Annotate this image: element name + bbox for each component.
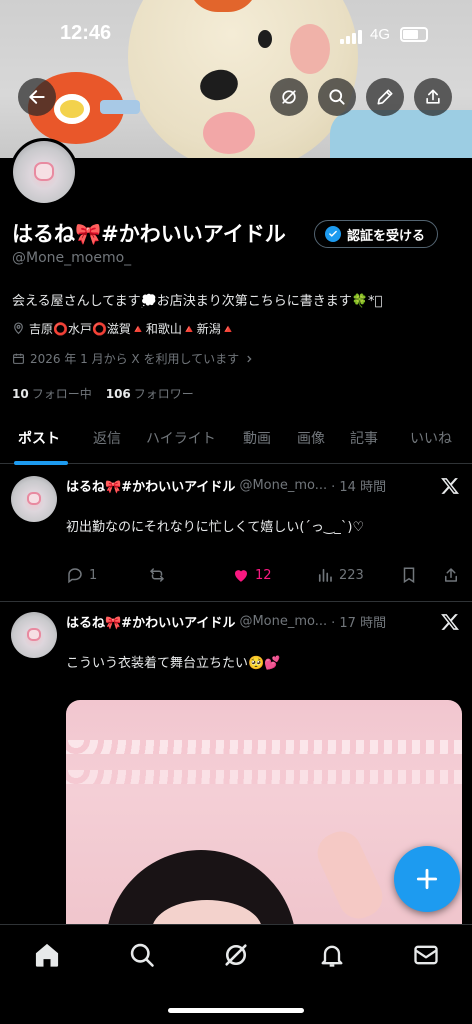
tab-posts[interactable]: ポスト	[18, 428, 60, 448]
back-button[interactable]	[18, 78, 56, 116]
search-button[interactable]	[318, 78, 356, 116]
reply-count: 1	[89, 567, 98, 583]
following-count: 10	[12, 387, 29, 401]
views-button[interactable]: 223	[316, 566, 364, 584]
grok-icon	[282, 90, 296, 104]
post-share-button[interactable]	[442, 566, 460, 584]
share-icon	[426, 89, 440, 104]
profile-bio: 会える屋さんしてます💭お店決まり次第こちらに書きます🍀*ﾟ	[12, 294, 383, 309]
following-label: フォロー中	[31, 387, 92, 401]
tab-likes[interactable]: いいね	[410, 428, 452, 448]
share-button[interactable]	[414, 78, 452, 116]
bookmark-button[interactable]	[400, 566, 418, 584]
home-icon[interactable]	[33, 941, 61, 969]
banner-flower	[54, 94, 90, 124]
verify-button-label: 認証を受ける	[347, 228, 426, 244]
heart-filled-icon	[235, 570, 247, 582]
tab-replies[interactable]: 返信	[93, 428, 121, 448]
notifications-icon[interactable]	[318, 941, 346, 969]
status-time: 12:46	[60, 22, 112, 44]
x-logo-icon[interactable]	[440, 612, 460, 632]
view-count: 223	[339, 567, 364, 583]
home-indicator	[168, 1008, 304, 1013]
grok-icon[interactable]	[222, 941, 250, 969]
photo-ruffle	[66, 740, 462, 754]
post-avatar[interactable]	[11, 612, 57, 658]
profile-location: 吉原⭕️水戸⭕️滋賀🔺和歌山🔺新潟🔺	[12, 320, 236, 337]
followers-count: 106	[105, 387, 131, 401]
plus-icon	[416, 868, 438, 890]
verify-button[interactable]: 認証を受ける	[314, 220, 439, 248]
profile-display-name: はるね🎀#かわいいアイドル	[12, 222, 286, 246]
joined-text: 2026 年 1 月から X を利用しています	[30, 352, 240, 366]
photo-ruffle	[66, 770, 462, 784]
post-time: · 14 時間	[331, 480, 387, 495]
tab-articles[interactable]: 記事	[350, 428, 378, 448]
reply-icon	[68, 568, 82, 584]
chevron-right-icon	[247, 355, 252, 362]
grok-button[interactable]	[270, 78, 308, 116]
signal-icon	[340, 28, 364, 44]
post-avatar[interactable]	[11, 476, 57, 522]
post-header: はるね🎀#かわいいアイドル @Mone_mo... · 14 時間	[66, 476, 386, 495]
post-author-name[interactable]: はるね🎀#かわいいアイドル	[66, 612, 235, 631]
post-text: こういう衣装着て舞台立ちたい🥺💕	[66, 656, 281, 671]
like-button[interactable]: 12	[232, 566, 272, 584]
tab-images[interactable]: 画像	[297, 428, 325, 448]
profile-handle: @Mone_moemo_	[12, 250, 132, 266]
search-icon	[329, 89, 345, 105]
pencil-icon	[377, 89, 393, 105]
post-actions: 1 12 223	[66, 566, 462, 586]
verified-badge-icon	[325, 226, 341, 242]
back-arrow-icon	[29, 90, 45, 104]
repost-icon	[150, 568, 164, 582]
post-time: · 17 時間	[331, 616, 387, 631]
reply-button[interactable]: 1	[66, 566, 97, 584]
post-header: はるね🎀#かわいいアイドル @Mone_mo... · 17 時間	[66, 612, 386, 631]
followers-link[interactable]: 106 フォロワー	[106, 385, 194, 402]
edit-button[interactable]	[366, 78, 404, 116]
compose-button[interactable]	[394, 846, 460, 912]
followers-label: フォロワー	[133, 387, 194, 401]
banner-cheek	[203, 112, 255, 154]
profile-avatar[interactable]	[10, 138, 78, 206]
tab-highlights[interactable]: ハイライト	[146, 428, 216, 448]
search-icon[interactable]	[128, 941, 156, 969]
post-divider	[0, 601, 472, 602]
tab-videos[interactable]: 動画	[243, 428, 271, 448]
follow-stats: 10 フォロー中 106 フォロワー	[12, 385, 194, 402]
banner-sleeve	[330, 110, 472, 158]
following-link[interactable]: 10 フォロー中	[12, 385, 92, 402]
messages-icon[interactable]	[412, 941, 440, 969]
like-count: 12	[255, 567, 272, 583]
post-text: 初出勤なのにそれなりに忙しくて嬉しい(ˊっ‿_ˋ)♡	[66, 520, 365, 535]
calendar-icon	[13, 353, 24, 364]
post-author-name[interactable]: はるね🎀#かわいいアイドル	[66, 476, 235, 495]
battery-icon	[400, 27, 428, 42]
post-author-handle: @Mone_mo...	[239, 478, 328, 493]
photo-hand	[311, 824, 389, 926]
views-icon	[318, 568, 332, 582]
banner-rattle-handle	[100, 100, 140, 114]
network-type: 4G	[370, 26, 391, 43]
profile-joined[interactable]: 2026 年 1 月から X を利用しています	[12, 350, 254, 367]
repost-button[interactable]	[148, 566, 166, 584]
post-author-handle: @Mone_mo...	[239, 614, 328, 629]
bookmark-icon	[403, 567, 415, 584]
location-text: 吉原⭕️水戸⭕️滋賀🔺和歌山🔺新潟🔺	[29, 322, 236, 336]
status-bar: 12:46 4G	[0, 0, 472, 70]
share-icon	[445, 568, 457, 582]
x-logo-icon[interactable]	[440, 476, 460, 496]
active-tab-indicator	[14, 461, 68, 465]
profile-tabs: ポスト 返信 ハイライト 動画 画像 記事 いいね	[0, 418, 472, 465]
location-pin-icon	[14, 322, 23, 335]
